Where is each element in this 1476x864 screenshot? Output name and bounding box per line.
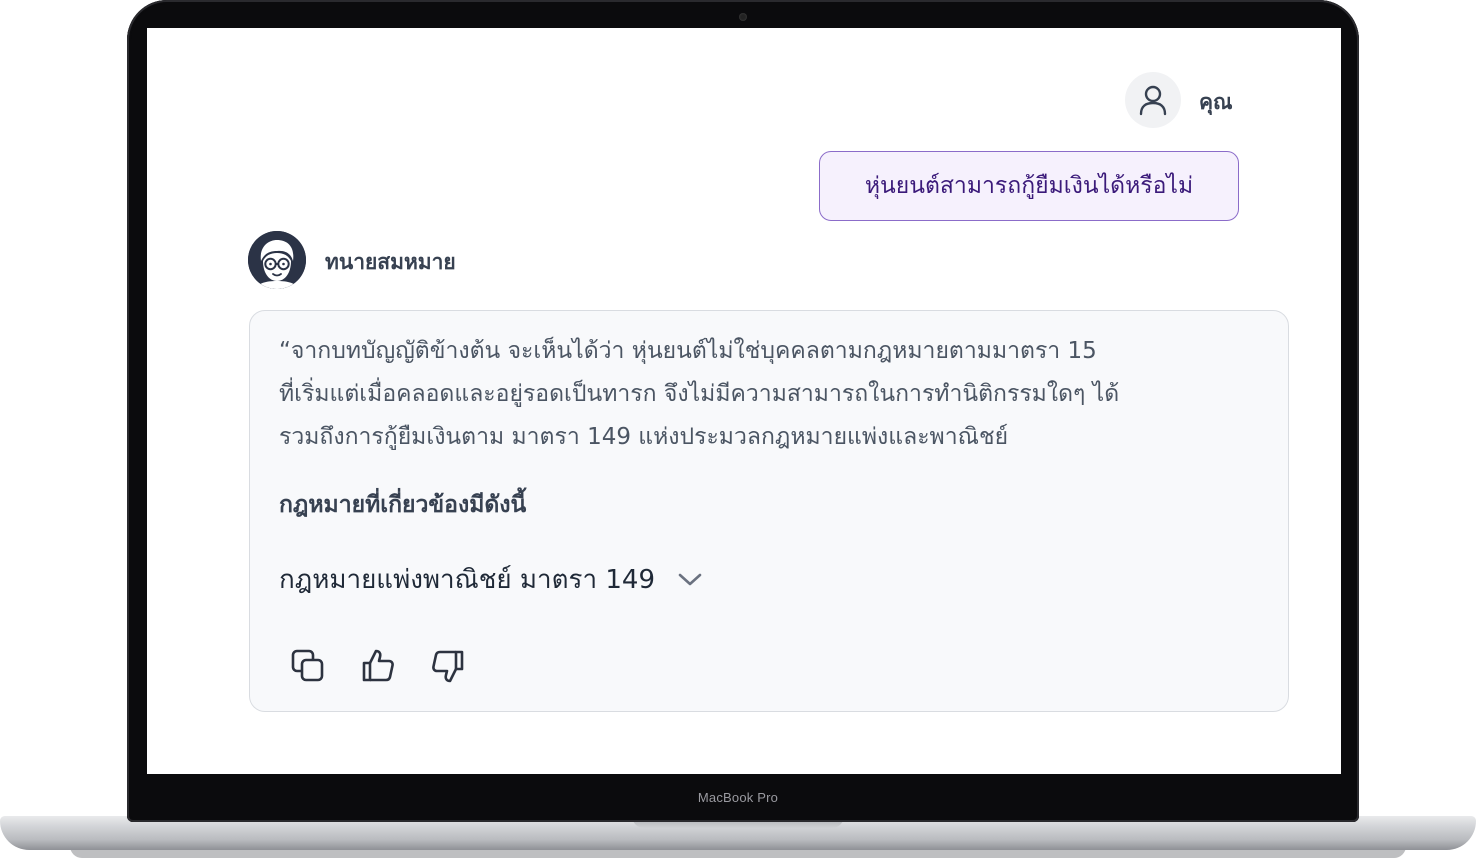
user-icon [1139, 85, 1167, 116]
copy-button[interactable] [290, 647, 326, 685]
answer-line: รวมถึงการกู้ยืมเงินตาม มาตรา 149 แห่งประ… [279, 424, 1009, 450]
like-button[interactable] [360, 647, 396, 685]
copy-icon [291, 649, 324, 682]
screen: คุณ หุ่นยนต์สามารถกู้ยืมเงินได้หรือไม่ ท… [147, 28, 1341, 774]
bot-answer-text: “จากบทบัญญัติข้างต้น จะเห็นได้ว่า หุ่นยน… [279, 330, 1239, 459]
dislike-button[interactable] [430, 647, 466, 685]
related-law-label: กฎหมายแพ่งพาณิชย์ มาตรา 149 [279, 565, 655, 595]
laptop-mockup: คุณ หุ่นยนต์สามารถกู้ยืมเงินได้หรือไม่ ท… [0, 0, 1476, 864]
related-law-expander[interactable]: กฎหมายแพ่งพาณิชย์ มาตรา 149 [279, 559, 703, 600]
thumbs-up-icon [362, 649, 394, 682]
camera-icon [739, 13, 747, 21]
answer-actions [290, 647, 466, 685]
bot-answer-card: “จากบทบัญญัติข้างต้น จะเห็นได้ว่า หุ่นยน… [249, 310, 1289, 712]
device-model-label: MacBook Pro [697, 790, 779, 805]
bot-name: ทนายสมหมาย [325, 250, 456, 274]
answer-line: “จากบทบัญญัติข้างต้น จะเห็นได้ว่า หุ่นยน… [279, 338, 1097, 364]
user-name: คุณ [1199, 90, 1233, 114]
user-message-bubble: หุ่นยนต์สามารถกู้ยืมเงินได้หรือไม่ [819, 151, 1239, 221]
lawyer-avatar-icon [248, 231, 306, 289]
related-law-heading: กฎหมายที่เกี่ยวข้องมีดังนี้ [279, 492, 527, 518]
thumbs-down-icon [432, 650, 464, 683]
answer-line: ที่เริ่มแต่เมื่อคลอดและอยู่รอดเป็นทารก จ… [279, 381, 1120, 407]
bot-avatar [248, 231, 306, 289]
user-avatar [1125, 72, 1181, 128]
chevron-down-icon[interactable] [677, 572, 703, 588]
